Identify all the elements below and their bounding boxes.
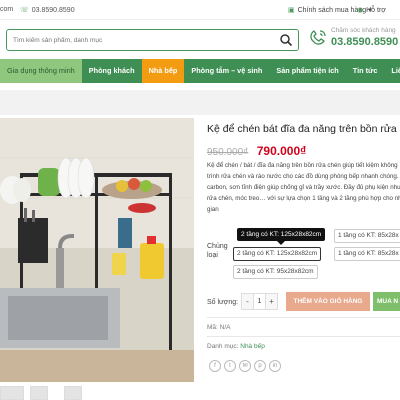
old-price: 950.000₫ [207,147,249,158]
topbar-phone[interactable]: ☏ 03.8590.8590 [20,6,75,14]
variant-option-selected[interactable]: 2 tầng có KT: 125x28x82cm [233,247,322,261]
phone-icon: ☏ [20,7,29,14]
product-image[interactable] [0,118,194,382]
variant-tooltip: 2 tầng có KT: 125x28x82cm [237,228,326,245]
cart-small-icon: ▣ [288,7,295,14]
variant-option[interactable]: 1 tầng có KT: 85x28x [334,229,400,243]
search-icon[interactable] [279,33,293,47]
description-line: rửa chén, móc treo… với sự lựa chọn 1 tầ… [207,195,400,202]
purchase-policy-label: Chính sách mua hàng [297,7,367,14]
search-input[interactable] [13,34,273,47]
quantity-increase-button[interactable]: + [266,294,277,309]
variant-label: Chủng loại [207,243,228,259]
product-description: Kệ để chén / bát / đĩa đa năng trên bồn … [207,160,400,215]
header: Chăm sóc khách hàng 03.8590.8590 [0,20,400,60]
variant-option[interactable]: 2 tầng có KT: 95x28x82cm [233,265,318,279]
product-category: Danh mục: Nhà bếp [207,343,265,350]
category-label: Danh mục: [207,343,239,350]
quantity-label: Số lượng: [207,299,239,306]
headset-phone-icon [310,30,326,45]
main-nav: Gia dụng thông minh Phòng khách Nhà bếp … [0,59,400,83]
facebook-icon[interactable]: f [209,360,221,372]
search-box [6,29,299,51]
user-icon: ◉ [357,7,364,14]
thumbnail-1[interactable] [0,386,24,400]
nav-item-contact[interactable]: Liên hệ [384,59,400,83]
quantity-stepper: - 1 + [241,293,278,310]
divider [207,336,400,337]
thumbnail-2[interactable] [30,386,48,400]
support-label: Hỗ trợ [366,7,386,14]
topbar-phone-number: 03.8590.8590 [31,7,75,14]
category-link[interactable]: Nhà bếp [240,343,265,350]
variant-option[interactable]: 1 tầng có KT: 85x28x [334,247,400,261]
description-line: gian [207,206,219,213]
nav-item-living-room[interactable]: Phòng khách [82,59,142,83]
top-bar: com ☏ 03.8590.8590 ▣ Chính sách mua hàng ▾… [0,0,400,20]
linkedin-icon[interactable]: in [269,360,281,372]
nav-item-kitchen[interactable]: Nhà bếp [141,59,185,83]
hotline-number: 03.8590.8590 [331,36,399,48]
breadcrumb-bar [0,90,400,115]
topbar-left-text: com [0,6,14,13]
product-sku: Mã: N/A [207,324,231,331]
pinterest-icon[interactable]: p [254,360,266,372]
description-line: carbon, sơn tĩnh điện giúp chống gỉ và t… [207,184,400,191]
nav-item-news[interactable]: Tin tức [346,59,385,83]
nav-item-smart-home[interactable]: Gia dụng thông minh [0,59,82,83]
support-link[interactable]: ◉ Hỗ trợ [357,6,386,14]
dish-rack-photo [0,118,194,382]
description-line: Kệ để chén / bát / đĩa đa năng trên bồn … [207,162,398,169]
email-icon[interactable]: ✉ [239,360,251,372]
nav-item-bathroom[interactable]: Phòng tắm – vệ sinh [184,59,269,83]
product-title: Kệ để chén bát đĩa đa năng trên bồn rửa [207,123,397,135]
add-to-cart-button[interactable]: THÊM VÀO GIỎ HÀNG [286,292,370,311]
buy-now-button[interactable]: MUA N [373,292,400,311]
thumbnail-3[interactable] [64,386,82,400]
hotline-title: Chăm sóc khách hàng [331,27,396,34]
sale-price: 790.000₫ [256,144,307,158]
price-block: 950.000₫ 790.000₫ [207,142,306,160]
product-thumbnails [0,384,194,400]
quantity-decrease-button[interactable]: - [242,294,253,309]
divider [207,317,400,318]
twitter-icon[interactable]: t [224,360,236,372]
quantity-input[interactable]: 1 [253,294,266,309]
social-share: f t ✉ p in [209,360,281,372]
description-line: trình rửa chén và ráo nước cho các đồ dù… [207,173,400,180]
nav-item-utility-products[interactable]: Sản phẩm tiện ích [269,59,345,83]
